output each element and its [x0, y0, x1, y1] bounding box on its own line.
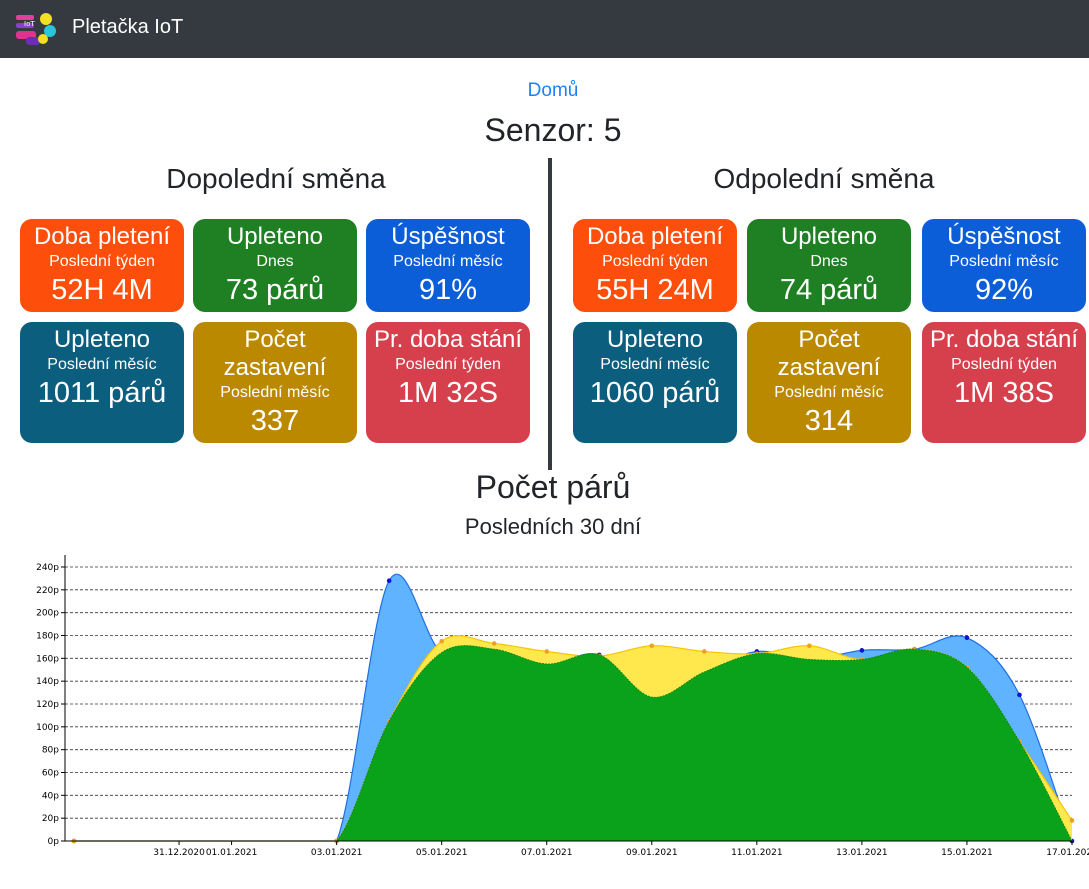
card-subtitle: Dnes — [810, 253, 848, 270]
y-tick-label: 60p — [42, 769, 59, 779]
card-title: Počet zastavení — [777, 326, 881, 381]
card-title: Doba pletení — [33, 223, 171, 250]
x-tick-label: 05.01.2021 — [416, 848, 468, 858]
data-point — [386, 578, 392, 583]
card-title: Doba pletení — [586, 223, 724, 250]
card-value: 337 — [250, 405, 300, 437]
x-tick-label: 17.01.2021 — [1046, 848, 1089, 858]
y-tick-label: 20p — [42, 814, 59, 824]
stat-card-knitting-time: Doba pletení Poslední týden 52H 4M — [20, 219, 184, 312]
card-subtitle: Poslední měsíc — [220, 384, 330, 401]
y-tick-label: 100p — [36, 723, 59, 733]
data-point — [649, 643, 655, 649]
card-value: 92% — [974, 274, 1034, 306]
stat-card-stop-count: Počet zastavení Poslední měsíc 314 — [747, 322, 911, 443]
data-point — [702, 649, 707, 654]
data-point — [491, 641, 497, 646]
card-value: 1M 38S — [954, 377, 1054, 409]
page-title: Senzor: 5 — [484, 112, 622, 148]
card-subtitle: Poslední měsíc — [393, 253, 503, 270]
shift-title-morning: Dopolední směna — [166, 163, 386, 194]
card-value: 314 — [804, 405, 854, 437]
x-tick-label: 31.12.2020 — [153, 848, 205, 858]
card-title: Upleteno — [53, 326, 151, 353]
pairs-area-chart: 0p 20p 40p 60p 80p 100p 120p 140p 160p 180p 200p 22… — [36, 555, 1089, 858]
stat-card-knitted-today: Upleteno Dnes 74 párů — [747, 219, 911, 312]
y-tick-label: 40p — [42, 791, 59, 801]
card-subtitle: Poslední měsíc — [600, 356, 710, 373]
series-area-2 — [74, 645, 1072, 841]
card-subtitle: Dnes — [256, 253, 294, 270]
card-subtitle: Poslední týden — [395, 356, 501, 373]
y-tick-label: 220p — [36, 586, 59, 596]
card-subtitle: Poslední měsíc — [47, 356, 157, 373]
x-tick-label: 03.01.2021 — [311, 848, 363, 858]
y-tick-label: 140p — [36, 677, 59, 687]
y-tick-label: 0p — [48, 837, 60, 847]
stat-card-avg-downtime: Pr. doba stání Poslední týden 1M 32S — [366, 322, 530, 443]
card-title: Pr. doba stání — [929, 326, 1079, 353]
app-logo-icon[interactable]: IoT — [14, 11, 58, 47]
card-title: Upleteno — [780, 223, 878, 250]
stat-card-stop-count: Počet zastavení Poslední měsíc 337 — [193, 322, 357, 443]
stat-card-knitted-month: Upleteno Poslední měsíc 1060 párů — [573, 322, 737, 443]
card-subtitle: Poslední měsíc — [949, 253, 1059, 270]
card-subtitle: Poslední týden — [49, 253, 155, 270]
stat-card-avg-downtime: Pr. doba stání Poslední týden 1M 38S — [922, 322, 1086, 443]
card-value: 91% — [418, 274, 478, 306]
home-link[interactable]: Domů — [0, 80, 1089, 102]
svg-text:IoT: IoT — [24, 20, 35, 28]
x-tick-label: 09.01.2021 — [626, 848, 678, 858]
data-point — [807, 643, 812, 649]
card-title: Úspěšnost — [391, 223, 505, 250]
stat-card-knitted-month: Upleteno Poslední měsíc 1011 párů — [20, 322, 184, 443]
y-tick-label: 200p — [36, 609, 59, 619]
x-tick-label: 01.01.2021 — [206, 848, 258, 858]
card-title: Pr. doba stání — [373, 326, 523, 353]
data-point — [859, 648, 865, 653]
card-title: Úspěšnost — [947, 223, 1061, 250]
chart-subtitle: Posledních 30 dní — [464, 514, 642, 539]
data-point — [544, 649, 550, 654]
stat-card-success-rate: Úspěšnost Poslední měsíc 91% — [366, 219, 530, 312]
card-subtitle: Poslední měsíc — [774, 384, 884, 401]
data-point — [1069, 818, 1075, 823]
x-tick-label: 11.01.2021 — [731, 848, 783, 858]
card-subtitle: Poslední týden — [602, 253, 708, 270]
card-value: 1060 párů — [589, 377, 721, 409]
card-value: 1011 párů — [37, 377, 167, 409]
shift-title-afternoon: Odpolední směna — [713, 163, 935, 194]
y-tick-label: 240p — [36, 563, 59, 573]
card-title: Upleteno — [606, 326, 704, 353]
chart-title: Počet párů — [475, 469, 631, 505]
card-value: 52H 4M — [51, 274, 153, 306]
navbar: IoT Pletačka IoT — [0, 0, 1089, 58]
card-value: 73 párů — [225, 274, 325, 306]
card-value: 1M 32S — [398, 377, 498, 409]
data-point — [964, 635, 970, 641]
card-subtitle: Poslední týden — [951, 356, 1057, 373]
x-tick-label: 07.01.2021 — [521, 848, 573, 858]
y-tick-label: 160p — [36, 654, 59, 664]
stat-card-knitted-today: Upleteno Dnes 73 párů — [193, 219, 357, 312]
data-point — [1017, 692, 1022, 698]
x-tick-label: 15.01.2021 — [941, 848, 993, 858]
card-title: Počet zastavení — [223, 326, 327, 381]
y-tick-label: 80p — [42, 746, 59, 756]
card-value: 74 párů — [779, 274, 879, 306]
shift-divider — [548, 158, 552, 470]
y-tick-label: 120p — [36, 700, 59, 710]
data-point — [439, 638, 444, 644]
stat-card-success-rate: Úspěšnost Poslední měsíc 92% — [922, 219, 1086, 312]
card-title: Upleteno — [226, 223, 324, 250]
y-tick-label: 180p — [36, 632, 59, 642]
x-tick-label: 13.01.2021 — [836, 848, 888, 858]
stat-card-knitting-time: Doba pletení Poslední týden 55H 24M — [573, 219, 737, 312]
app-brand[interactable]: Pletačka IoT — [72, 16, 183, 39]
card-value: 55H 24M — [596, 274, 714, 306]
